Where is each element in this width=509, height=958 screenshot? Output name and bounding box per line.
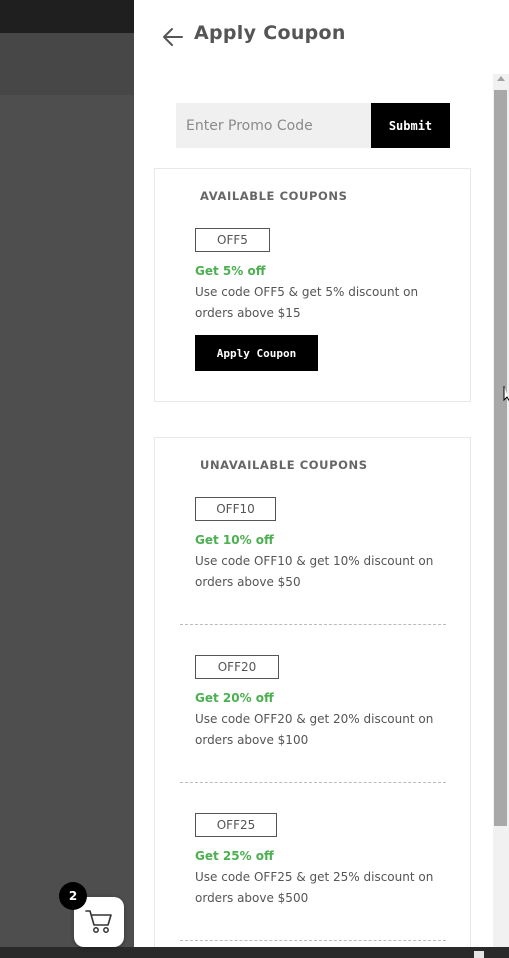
section-heading: UNAVAILABLE COUPONS [200, 458, 368, 472]
coupon-description-line: Use code OFF5 & get 5% discount on [195, 285, 419, 299]
coupon-description-line: orders above $500 [195, 891, 309, 905]
coupon-code-badge: OFF25 [195, 813, 277, 837]
coupon-offer: Get 20% off [195, 691, 274, 705]
scrollbar-thumb[interactable] [494, 90, 507, 826]
unavailable-coupons-section: UNAVAILABLE COUPONS OFF10 Get 10% off Us… [154, 437, 471, 947]
coupon-description: Use code OFF25 & get 25% discount on ord… [195, 867, 440, 909]
cart-count-badge: 2 [59, 882, 87, 910]
coupon-code-badge: OFF10 [195, 497, 276, 521]
bottom-bar [0, 947, 509, 958]
coupon-description-line: orders above $100 [195, 733, 309, 747]
coupon-code-badge: OFF5 [195, 228, 270, 252]
promo-code-input[interactable] [176, 103, 371, 148]
page-title: Apply Coupon [194, 22, 346, 44]
available-coupons-section: AVAILABLE COUPONS OFF5 Get 5% off Use co… [154, 168, 471, 402]
coupon-offer: Get 10% off [195, 533, 274, 547]
mouse-cursor-icon [503, 386, 509, 402]
section-heading: AVAILABLE COUPONS [200, 189, 348, 203]
coupon-divider [180, 782, 446, 783]
coupon-description-line: Use code OFF25 & get 25% discount on [195, 870, 434, 884]
coupon-description: Use code OFF20 & get 20% discount on ord… [195, 709, 440, 751]
coupon-drawer: Apply Coupon Submit AVAILABLE COUPONS OF… [134, 0, 509, 947]
arrow-left-icon[interactable] [161, 25, 185, 49]
submit-button[interactable]: Submit [371, 103, 450, 148]
coupon-description-line: orders above $50 [195, 575, 301, 589]
cart-icon [85, 910, 112, 933]
drawer-header: Apply Coupon [134, 0, 509, 72]
coupon-divider [180, 940, 446, 941]
coupon-description-line: Use code OFF20 & get 20% discount on [195, 712, 434, 726]
coupon-description: Use code OFF5 & get 5% discount on order… [195, 282, 440, 324]
scroll-up-arrow-icon[interactable] [497, 76, 505, 81]
drawer-scrollbar[interactable] [493, 74, 509, 947]
coupon-offer: Get 5% off [195, 264, 266, 278]
promo-form: Submit [176, 103, 450, 148]
coupon-divider [180, 624, 446, 625]
apply-coupon-button[interactable]: Apply Coupon [195, 335, 318, 371]
coupon-description: Use code OFF10 & get 10% discount on ord… [195, 551, 440, 593]
bottom-bar-mark [474, 951, 484, 958]
coupon-description-line: Use code OFF10 & get 10% discount on [195, 554, 434, 568]
page-topbar [0, 0, 134, 33]
coupon-offer: Get 25% off [195, 849, 274, 863]
page-band [0, 33, 134, 95]
page-overlay[interactable] [0, 0, 134, 958]
coupon-code-badge: OFF20 [195, 655, 279, 679]
coupon-description-line: orders above $15 [195, 306, 301, 320]
